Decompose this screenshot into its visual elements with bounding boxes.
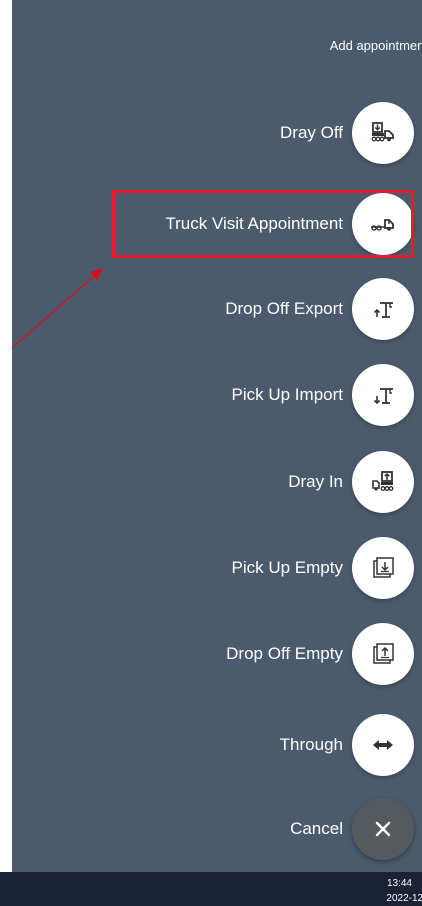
through-button[interactable]	[352, 714, 414, 776]
dray-in-button[interactable]	[352, 451, 414, 513]
pick-up-empty-icon	[373, 557, 394, 578]
menu-item-label: Through	[279, 735, 343, 754]
truck-visit-appointment-button[interactable]	[352, 193, 414, 255]
menu-item-pick-up-import[interactable]: Pick Up Import	[232, 364, 414, 426]
dray-off-icon	[371, 122, 394, 142]
add-appointment-screen: Add appointment Dray Off Truck Visit App…	[0, 0, 422, 906]
pick-up-empty-button[interactable]	[352, 537, 414, 599]
double-arrow-icon	[373, 740, 393, 750]
menu-item-label: Dray In	[288, 472, 343, 491]
drop-off-export-icon	[373, 302, 393, 318]
drop-off-empty-button[interactable]	[352, 623, 414, 685]
dray-off-button[interactable]	[352, 102, 414, 164]
taskbar-date: 2022-12-0	[386, 893, 422, 904]
menu-item-truck-visit-appointment[interactable]: Truck Visit Appointment	[165, 193, 414, 255]
menu-item-label: Truck Visit Appointment	[165, 214, 343, 233]
close-icon	[375, 821, 391, 837]
drop-off-empty-icon	[373, 643, 394, 664]
menu-item-dray-in[interactable]: Dray In	[288, 451, 414, 513]
cancel-item[interactable]: Cancel	[290, 798, 414, 860]
left-edge-strip	[0, 0, 12, 872]
menu-item-drop-off-empty[interactable]: Drop Off Empty	[226, 623, 414, 685]
pick-up-import-button[interactable]	[352, 364, 414, 426]
menu-item-label: Pick Up Empty	[231, 558, 343, 577]
menu-item-label: Dray Off	[280, 123, 343, 142]
menu-item-dray-off[interactable]: Dray Off	[280, 102, 414, 164]
cancel-button[interactable]	[352, 798, 414, 860]
pick-up-import-icon	[373, 388, 393, 405]
menu-item-through[interactable]: Through	[280, 714, 414, 776]
menu-item-pick-up-empty[interactable]: Pick Up Empty	[232, 537, 414, 599]
menu-item-label: Pick Up Import	[231, 385, 343, 404]
menu-item-label: Drop Off Export	[225, 299, 343, 318]
cancel-label: Cancel	[290, 819, 343, 838]
page-title: Add appointment	[329, 38, 422, 53]
menu-item-drop-off-export[interactable]: Drop Off Export	[225, 278, 414, 340]
menu-item-label: Drop Off Empty	[226, 644, 343, 663]
truck-icon	[371, 219, 394, 231]
taskbar-time: 13:44	[386, 878, 412, 889]
dray-in-icon	[372, 471, 394, 491]
drop-off-export-button[interactable]	[352, 278, 414, 340]
taskbar: 13:44 2022-12-0	[0, 872, 422, 906]
